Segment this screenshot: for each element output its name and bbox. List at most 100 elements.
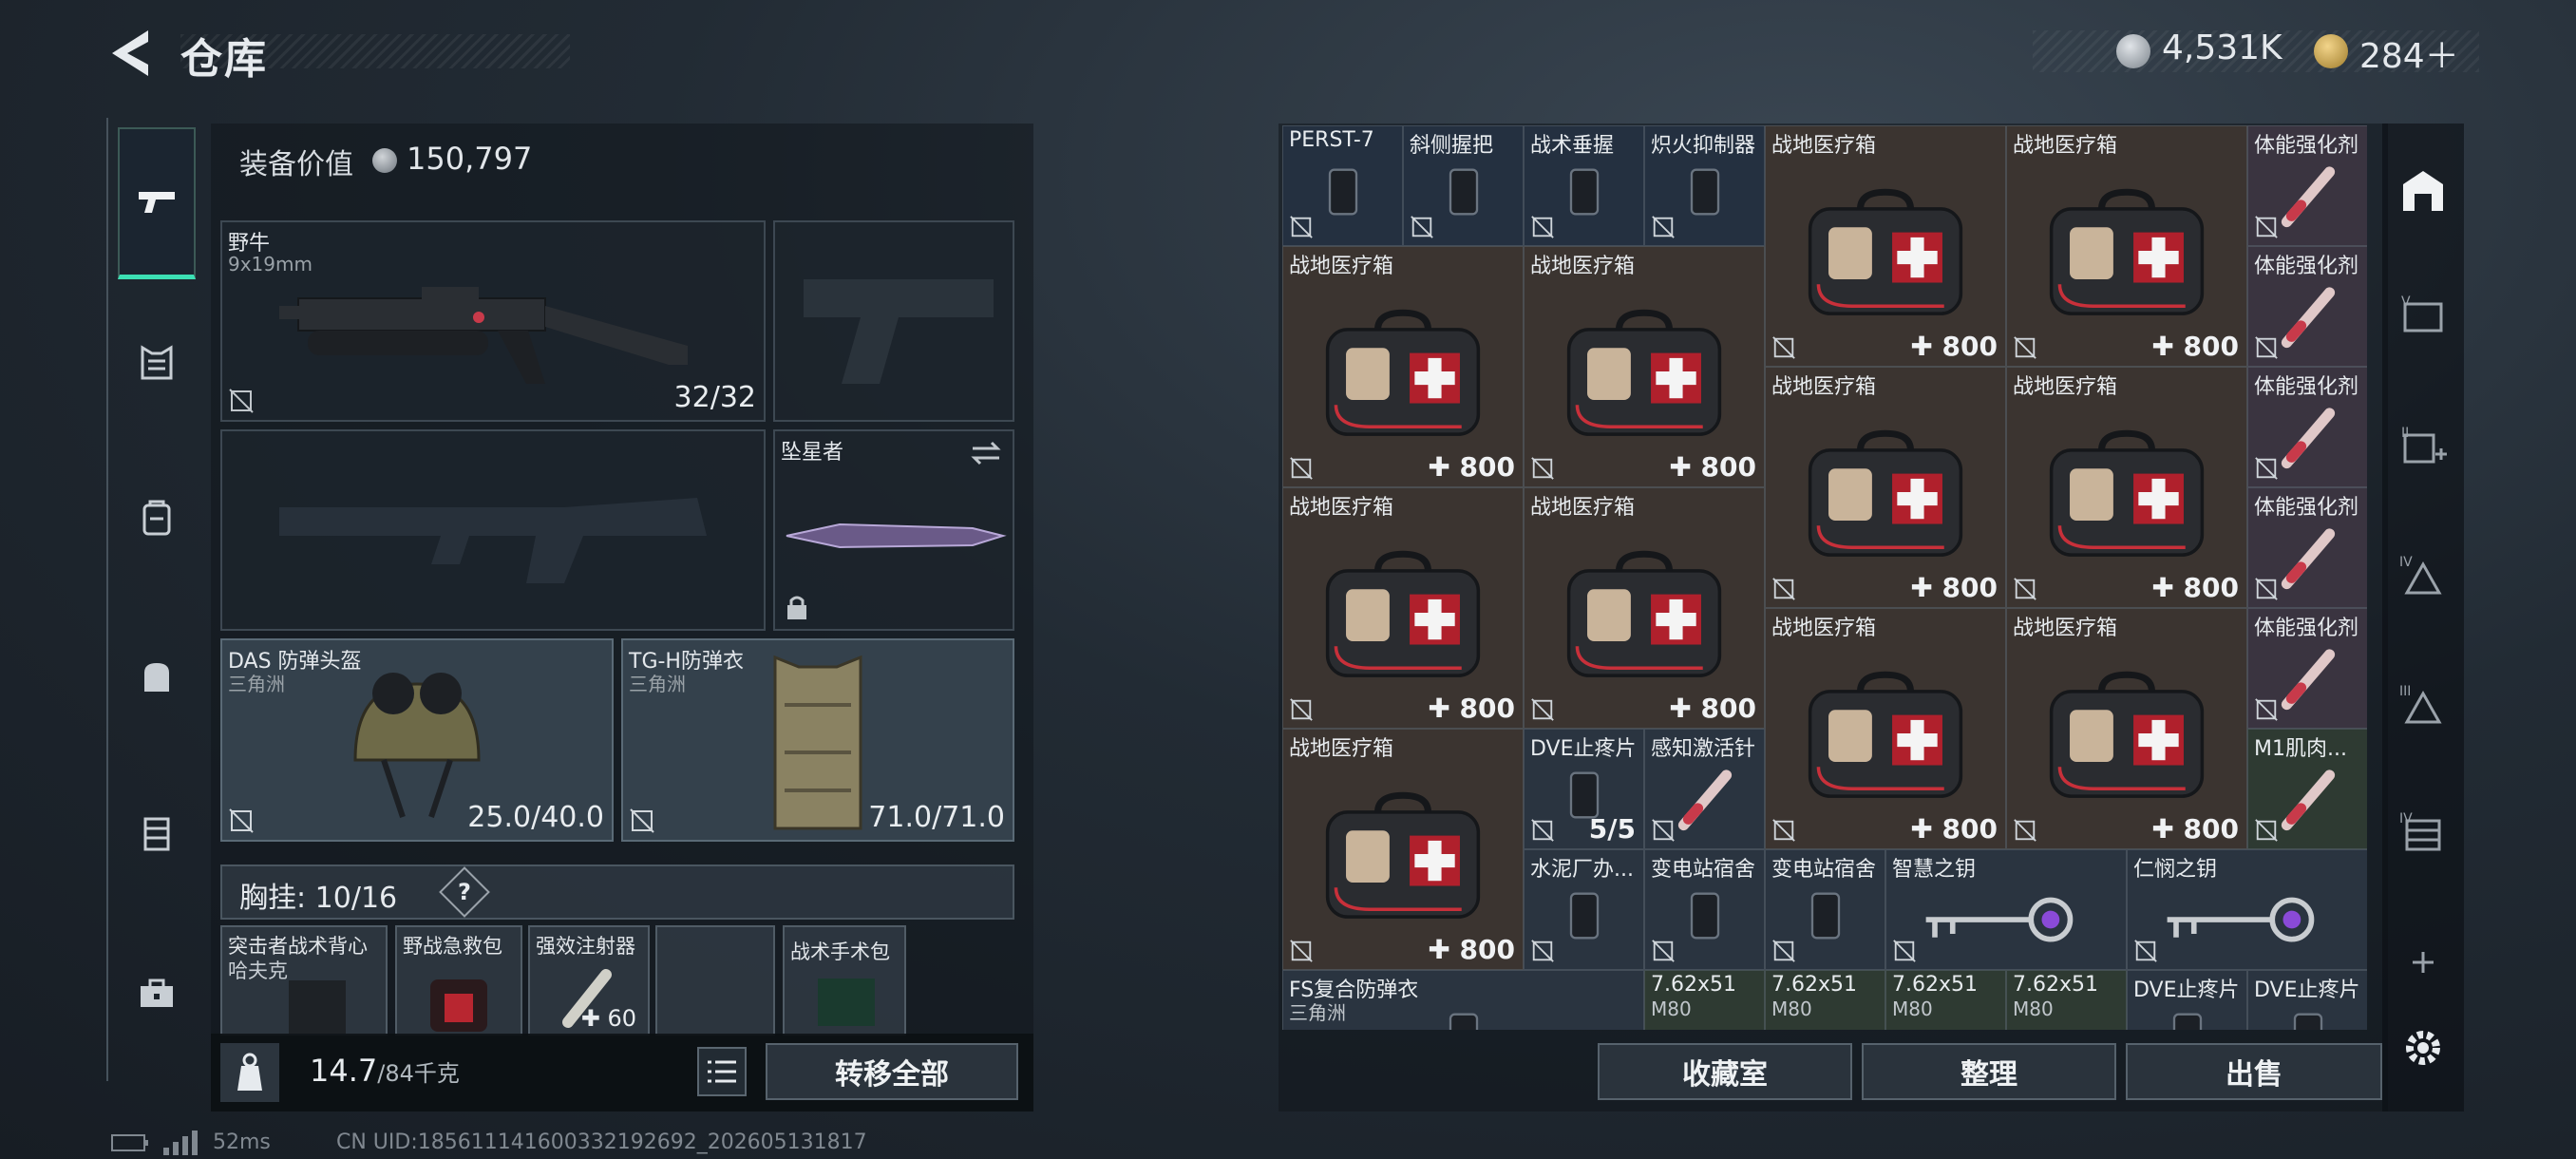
storage-item-name: M1肌肉... bbox=[2254, 737, 2347, 761]
melee-slot[interactable]: 坠星者 bbox=[773, 429, 1014, 631]
storage-item-name: 炽火抑制器 bbox=[1651, 134, 1756, 158]
medkit-icon bbox=[1566, 309, 1722, 436]
storage-item[interactable]: DVE止疼片 bbox=[2247, 970, 2367, 1030]
gold-coin-icon[interactable] bbox=[2314, 34, 2348, 68]
storage-item[interactable]: 战地医疗箱 ✚ 800 bbox=[2006, 608, 2247, 849]
storage-item[interactable]: 仁悯之钥 bbox=[2127, 849, 2367, 970]
lock-icon bbox=[787, 596, 806, 619]
storage-item[interactable]: 战地医疗箱 ✚ 800 bbox=[1765, 608, 2006, 849]
storage-tab-home[interactable] bbox=[2394, 162, 2453, 220]
storage-tab-5[interactable]: V bbox=[2394, 287, 2453, 346]
secondary-primary-slot[interactable] bbox=[220, 429, 766, 631]
storage-item[interactable]: 变电站宿舍 bbox=[1765, 849, 1885, 970]
storage-item[interactable]: 体能强化剂 bbox=[2247, 246, 2367, 367]
storage-item[interactable]: 战术垂握 bbox=[1524, 125, 1644, 246]
storage-item[interactable]: M1肌肉... bbox=[2247, 729, 2367, 849]
rig-item[interactable]: 战术手术包 bbox=[783, 925, 906, 1036]
nav-backpack[interactable] bbox=[118, 636, 196, 714]
storage-item-value: ✚ 800 bbox=[1669, 451, 1756, 483]
item-icon bbox=[1690, 892, 1719, 940]
help-button[interactable]: ? bbox=[446, 874, 483, 910]
item-icon bbox=[1449, 1013, 1478, 1030]
storage-item[interactable]: 战地医疗箱 ✚ 800 bbox=[1524, 246, 1765, 487]
storage-item[interactable]: 战地医疗箱 ✚ 800 bbox=[1524, 487, 1765, 729]
primary-weapon-slot[interactable]: 野牛 9x19mm 32/32 bbox=[220, 220, 766, 422]
storage-tab-4[interactable]: IV bbox=[2394, 547, 2453, 606]
storage-item[interactable]: 体能强化剂 bbox=[2247, 608, 2367, 729]
storage-item[interactable]: DVE止疼片 5/5 bbox=[1524, 729, 1644, 849]
rig-item-value: ✚ 60 bbox=[580, 1005, 636, 1032]
organize-button[interactable]: 整理 bbox=[1862, 1043, 2116, 1100]
back-arrow-icon[interactable] bbox=[106, 27, 156, 80]
storage-item-name: 水泥厂办... bbox=[1530, 858, 1634, 882]
storage-tab-2[interactable]: II bbox=[2394, 418, 2453, 477]
item-icon bbox=[1328, 168, 1357, 216]
rig-item[interactable]: 强效注射器 ✚ 60 bbox=[528, 925, 650, 1036]
transfer-all-button[interactable]: 转移全部 bbox=[766, 1043, 1018, 1100]
settings-button[interactable] bbox=[2394, 1018, 2453, 1077]
storage-item[interactable]: 水泥厂办... bbox=[1524, 849, 1644, 970]
storage-item-name: 7.62x51 bbox=[1892, 973, 1978, 997]
storage-item[interactable]: 体能强化剂 bbox=[2247, 125, 2367, 246]
storage-item[interactable]: 感知激活针 bbox=[1644, 729, 1765, 849]
storage-item[interactable]: 体能强化剂 bbox=[2247, 487, 2367, 608]
collection-room-button[interactable]: 收藏室 bbox=[1598, 1043, 1852, 1100]
body-armor-slot[interactable]: TG-H防弹衣 三角洲 71.0/71.0 bbox=[621, 638, 1014, 842]
storage-tab-4b[interactable]: IV bbox=[2394, 804, 2453, 863]
battery-icon bbox=[111, 1134, 148, 1151]
storage-item[interactable]: 战地医疗箱 ✚ 800 bbox=[1282, 729, 1524, 970]
add-storage-button[interactable] bbox=[2394, 933, 2453, 992]
swap-icon[interactable] bbox=[969, 439, 1003, 467]
storage-item[interactable]: 斜侧握把 bbox=[1403, 125, 1524, 246]
no-insure-icon bbox=[1531, 698, 1554, 721]
rifle-silhouette-icon bbox=[279, 498, 707, 583]
storage-item[interactable]: DVE止疼片 bbox=[2127, 970, 2247, 1030]
storage-item-name: 7.62x51 bbox=[2013, 973, 2098, 997]
nav-toolbox[interactable] bbox=[118, 954, 196, 1032]
rig-item-empty[interactable] bbox=[655, 925, 775, 1036]
sell-button[interactable]: 出售 bbox=[2126, 1043, 2382, 1100]
rig-item[interactable]: 突击者战术背心 哈夫克 bbox=[220, 925, 388, 1036]
smg-icon bbox=[279, 287, 688, 384]
storage-item-name: 体能强化剂 bbox=[2254, 617, 2359, 640]
nav-chest-rig[interactable] bbox=[118, 794, 196, 872]
injector-icon bbox=[2281, 286, 2335, 348]
medkit-icon bbox=[2049, 429, 2205, 557]
nav-weapons[interactable] bbox=[118, 127, 196, 279]
no-insure-icon bbox=[1652, 819, 1675, 842]
storage-item[interactable]: 7.62x51 M80 bbox=[1644, 970, 1765, 1030]
storage-item[interactable]: 战地医疗箱 ✚ 800 bbox=[1282, 487, 1524, 729]
storage-item[interactable]: 7.62x51 M80 bbox=[2006, 970, 2127, 1030]
storage-item[interactable]: FS复合防弹衣 三角洲 bbox=[1282, 970, 1644, 1030]
storage-item[interactable]: 7.62x51 M80 bbox=[1885, 970, 2006, 1030]
storage-item[interactable]: 战地医疗箱 ✚ 800 bbox=[2006, 367, 2247, 608]
item-icon bbox=[2172, 1013, 2202, 1030]
secondary-weapon-slot[interactable] bbox=[773, 220, 1014, 422]
storage-item-name: 战地医疗箱 bbox=[2013, 375, 2118, 399]
gold-amount[interactable]: 284＋ bbox=[2359, 28, 2459, 78]
storage-item[interactable]: 战地医疗箱 ✚ 800 bbox=[1765, 125, 2006, 367]
item-icon bbox=[1810, 892, 1840, 940]
no-insure-icon bbox=[2255, 819, 2278, 842]
storage-tab-3[interactable]: III bbox=[2394, 676, 2453, 735]
storage-item[interactable]: PERST-7 bbox=[1282, 125, 1403, 246]
no-insure-icon bbox=[2014, 819, 2036, 842]
helmet-slot[interactable]: DAS 防弹头盔 三角洲 25.0/40.0 bbox=[220, 638, 614, 842]
medkit-icon bbox=[1325, 550, 1481, 677]
storage-item[interactable]: 智慧之钥 bbox=[1885, 849, 2127, 970]
storage-item[interactable]: 7.62x51 M80 bbox=[1765, 970, 1885, 1030]
storage-item[interactable]: 战地医疗箱 ✚ 800 bbox=[1282, 246, 1524, 487]
rig-item[interactable]: 野战急救包 bbox=[395, 925, 522, 1036]
storage-item[interactable]: 炽火抑制器 bbox=[1644, 125, 1765, 246]
storage-item[interactable]: 战地医疗箱 ✚ 800 bbox=[1765, 367, 2006, 608]
no-insure-icon bbox=[1772, 819, 1795, 842]
list-view-button[interactable] bbox=[697, 1047, 747, 1096]
storage-item[interactable]: 战地医疗箱 ✚ 800 bbox=[2006, 125, 2247, 367]
storage-item[interactable]: 体能强化剂 bbox=[2247, 367, 2367, 487]
storage-item-name: 斜侧握把 bbox=[1410, 134, 1494, 158]
nav-backpack-alt[interactable] bbox=[118, 479, 196, 557]
nav-armor[interactable] bbox=[118, 323, 196, 401]
storage-item-name: PERST-7 bbox=[1289, 128, 1374, 152]
storage-item[interactable]: 变电站宿舍 bbox=[1644, 849, 1765, 970]
storage-item-name: 体能强化剂 bbox=[2254, 255, 2359, 278]
